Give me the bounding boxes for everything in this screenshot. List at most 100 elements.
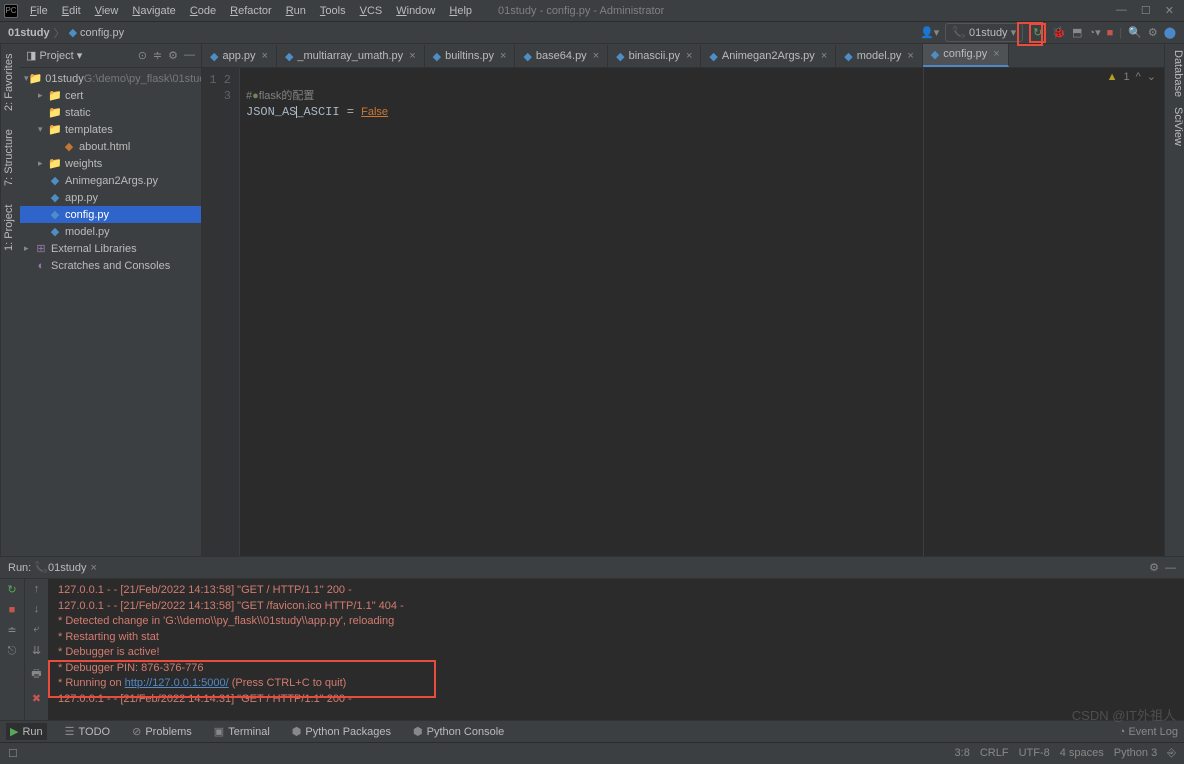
print-icon[interactable]: 🖶 <box>31 665 41 684</box>
rail-favorites[interactable]: 2: Favorites <box>1 50 20 115</box>
run-toolbar-left: ↻ ■ ≐ ⎋ <box>0 579 24 720</box>
menu-window[interactable]: Window <box>390 3 441 19</box>
event-log[interactable]: ◔ Event Log <box>1119 726 1178 738</box>
console-link[interactable]: http://127.0.0.1:5000/ <box>125 677 229 689</box>
select-opened-file-icon[interactable]: ⊙ <box>138 49 147 62</box>
settings-icon[interactable]: ⚙ <box>1148 26 1158 39</box>
tree-item-config-py[interactable]: ◆config.py <box>20 206 201 223</box>
tree-item-scratches-and-consoles[interactable]: ◐Scratches and Consoles <box>20 257 201 274</box>
menu-vcs[interactable]: VCS <box>354 3 389 19</box>
tab-animegan2args-py[interactable]: ◆Animegan2Args.py× <box>701 45 836 67</box>
down-icon[interactable]: ↓ <box>34 603 40 615</box>
menu-tools[interactable]: Tools <box>314 3 352 19</box>
chevron-up-icon[interactable]: ^ <box>1136 71 1141 83</box>
tab-builtins-py[interactable]: ◆builtins.py× <box>425 45 516 67</box>
minimize-icon[interactable]: — <box>1116 4 1127 17</box>
project-tree[interactable]: ▾📁01study G:\demo\py_flask\01study▸📁cert… <box>20 68 201 556</box>
tree-item-cert[interactable]: ▸📁cert <box>20 87 201 104</box>
breadcrumb-root[interactable]: 01study <box>8 27 50 39</box>
maximize-icon[interactable]: ☐ <box>1141 4 1151 17</box>
tool-python-console[interactable]: ⬢Python Console <box>409 723 508 740</box>
tree-item-external-libraries[interactable]: ▸⊞External Libraries <box>20 240 201 257</box>
tree-item-about-html[interactable]: ◆about.html <box>20 138 201 155</box>
rail-sciview[interactable]: SciView <box>1165 107 1184 146</box>
tab-base64-py[interactable]: ◆base64.py× <box>515 45 608 67</box>
tab--multiarray-umath-py[interactable]: ◆_multiarray_umath.py× <box>277 45 425 67</box>
project-view-selector[interactable]: ◨ Project ▾ <box>26 49 82 62</box>
menu-edit[interactable]: Edit <box>56 3 87 19</box>
indent-settings[interactable]: 4 spaces <box>1060 747 1104 760</box>
menu-run[interactable]: Run <box>280 3 312 19</box>
console-line: 127.0.0.1 - - [21/Feb/2022 14:14:31] "GE… <box>58 692 1174 708</box>
layout-icon[interactable]: ≐ <box>7 624 16 637</box>
scroll-icon[interactable]: ⇊ <box>32 644 41 657</box>
file-encoding[interactable]: UTF-8 <box>1019 747 1050 760</box>
window-controls: — ☐ ✕ <box>1116 4 1180 17</box>
line-separator[interactable]: CRLF <box>980 747 1009 760</box>
right-tool-rail: Database SciView <box>1164 44 1184 556</box>
chevron-down-icon[interactable]: ⌄ <box>1147 70 1156 83</box>
tree-item-model-py[interactable]: ◆model.py <box>20 223 201 240</box>
close-icon[interactable]: ✕ <box>1165 4 1174 17</box>
tool-todo[interactable]: ☰TODO <box>61 723 114 740</box>
tool-terminal[interactable]: ▣Terminal <box>210 723 274 740</box>
hide-run-icon[interactable]: — <box>1165 562 1176 574</box>
clear-icon[interactable]: ✖ <box>32 692 41 705</box>
up-icon[interactable]: ↑ <box>34 583 40 595</box>
menu-code[interactable]: Code <box>184 3 222 19</box>
toolbar-right: 👤▾ 📞01study▾ ↻ 🐞 ⬒ ◔▾ ■ | 🔍 ⚙ ⬤ <box>920 23 1176 43</box>
tree-item-app-py[interactable]: ◆app.py <box>20 189 201 206</box>
rail-project[interactable]: 1: Project <box>1 200 20 254</box>
tool-python-packages[interactable]: ⬢Python Packages <box>288 723 395 740</box>
debug-icon[interactable]: 🐞 <box>1052 26 1066 39</box>
stop-icon[interactable]: ■ <box>1107 27 1114 39</box>
rerun-icon[interactable]: ↻ <box>1033 26 1042 39</box>
plugin-icon[interactable]: ⬤ <box>1164 26 1176 39</box>
interpreter[interactable]: Python 3 <box>1114 747 1157 760</box>
coverage-icon[interactable]: ⬒ <box>1072 26 1082 39</box>
pin-icon[interactable]: ⎋ <box>8 645 17 658</box>
editor-tabs: ◆app.py×◆_multiarray_umath.py×◆builtins.… <box>202 44 1164 68</box>
tree-item-01study[interactable]: ▾📁01study G:\demo\py_flask\01study <box>20 70 201 87</box>
menu-file[interactable]: File <box>24 3 54 19</box>
tree-item-weights[interactable]: ▸📁weights <box>20 155 201 172</box>
run-settings-icon[interactable]: ⚙ <box>1149 561 1159 574</box>
tree-item-templates[interactable]: ▾📁templates <box>20 121 201 138</box>
tool-run[interactable]: ▶Run <box>6 723 47 740</box>
menu-help[interactable]: Help <box>443 3 478 19</box>
tab-model-py[interactable]: ◆model.py× <box>836 45 923 67</box>
code-editor[interactable]: #●flask的配置 JSON_AS_ASCII = False <box>240 68 924 556</box>
tree-item-animegan2args-py[interactable]: ◆Animegan2Args.py <box>20 172 201 189</box>
breadcrumb-file[interactable]: config.py <box>80 27 124 39</box>
collapse-all-icon[interactable]: ≑ <box>153 49 162 62</box>
tab-binascii-py[interactable]: ◆binascii.py× <box>608 45 701 67</box>
status-bar: ☐ 3:8 CRLF UTF-8 4 spaces Python 3 ⎆ <box>0 742 1184 764</box>
rerun-icon[interactable]: ↻ <box>7 583 16 596</box>
user-icon[interactable]: 👤▾ <box>920 26 939 39</box>
lock-icon[interactable]: ⎆ <box>1167 747 1176 760</box>
console-line: 127.0.0.1 - - [21/Feb/2022 14:13:58] "GE… <box>58 599 1174 615</box>
run-config-selector[interactable]: 📞01study▾ <box>945 23 1023 42</box>
profile-icon[interactable]: ◔▾ <box>1088 26 1100 39</box>
tab-app-py[interactable]: ◆app.py× <box>202 45 277 67</box>
inspection-widget[interactable]: ▲ 1 ^ ⌄ <box>1107 70 1156 83</box>
tool-problems[interactable]: ⊘Problems <box>128 723 196 740</box>
search-icon[interactable]: 🔍 <box>1128 26 1142 39</box>
wrap-icon[interactable]: ⤶ <box>33 623 39 636</box>
caret-position[interactable]: 3:8 <box>955 747 970 760</box>
stop-run-icon[interactable]: ■ <box>9 604 16 616</box>
close-run-tab-icon[interactable]: × <box>91 562 97 574</box>
status-message-icon[interactable]: ☐ <box>8 747 18 760</box>
menu-view[interactable]: View <box>89 3 125 19</box>
tree-item-static[interactable]: 📁static <box>20 104 201 121</box>
run-config-name[interactable]: 01study <box>48 562 87 574</box>
console-output[interactable]: 127.0.0.1 - - [21/Feb/2022 14:13:58] "GE… <box>48 579 1184 720</box>
panel-settings-icon[interactable]: ⚙ <box>168 49 178 62</box>
menu-refactor[interactable]: Refactor <box>224 3 278 19</box>
rail-structure[interactable]: 7: Structure <box>1 125 20 190</box>
main-menu: FileEditViewNavigateCodeRefactorRunTools… <box>24 3 478 19</box>
tab-config-py[interactable]: ◆config.py× <box>923 44 1009 67</box>
hide-panel-icon[interactable]: — <box>184 49 195 62</box>
rail-database[interactable]: Database <box>1165 50 1184 97</box>
menu-navigate[interactable]: Navigate <box>126 3 181 19</box>
